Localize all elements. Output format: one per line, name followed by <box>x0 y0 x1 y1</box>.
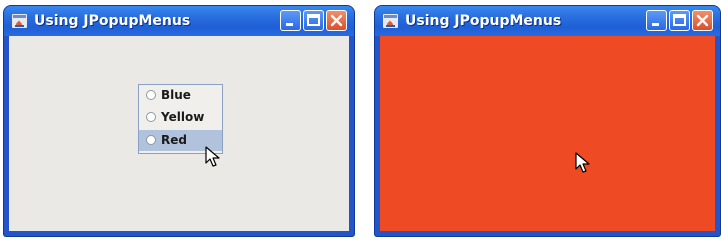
minimize-button[interactable] <box>280 10 301 31</box>
menu-item-label: Blue <box>161 88 191 102</box>
popup-menu: Blue Yellow Red <box>138 84 223 154</box>
title-bar[interactable]: Using JPopupMenus <box>4 6 354 36</box>
radio-button-icon <box>146 90 156 100</box>
window-title: Using JPopupMenus <box>34 13 191 29</box>
close-icon <box>696 14 709 27</box>
mouse-pointer-icon <box>575 152 590 173</box>
window-right: Using JPopupMenus <box>375 6 720 236</box>
minimize-icon <box>286 23 293 26</box>
radio-button-icon <box>146 135 156 145</box>
mouse-pointer-icon <box>205 146 220 167</box>
close-button[interactable] <box>692 10 713 31</box>
content-pane[interactable] <box>380 36 715 231</box>
maximize-icon <box>307 14 320 26</box>
menu-item-yellow[interactable]: Yellow <box>139 107 222 128</box>
java-app-icon <box>12 14 27 28</box>
maximize-button[interactable] <box>303 10 324 31</box>
menu-item-label: Red <box>161 133 187 147</box>
window-left: Using JPopupMenus Blue Yellow Red <box>4 6 354 236</box>
close-icon <box>330 14 343 27</box>
minimize-button[interactable] <box>646 10 667 31</box>
window-title: Using JPopupMenus <box>405 13 562 29</box>
title-bar[interactable]: Using JPopupMenus <box>375 6 720 36</box>
close-button[interactable] <box>326 10 347 31</box>
minimize-icon <box>652 23 659 26</box>
maximize-button[interactable] <box>669 10 690 31</box>
content-pane[interactable]: Blue Yellow Red <box>9 36 349 231</box>
maximize-icon <box>673 14 686 26</box>
radio-button-icon <box>146 112 156 122</box>
menu-item-blue[interactable]: Blue <box>139 85 222 106</box>
menu-item-label: Yellow <box>161 110 205 124</box>
java-app-icon <box>383 14 398 28</box>
